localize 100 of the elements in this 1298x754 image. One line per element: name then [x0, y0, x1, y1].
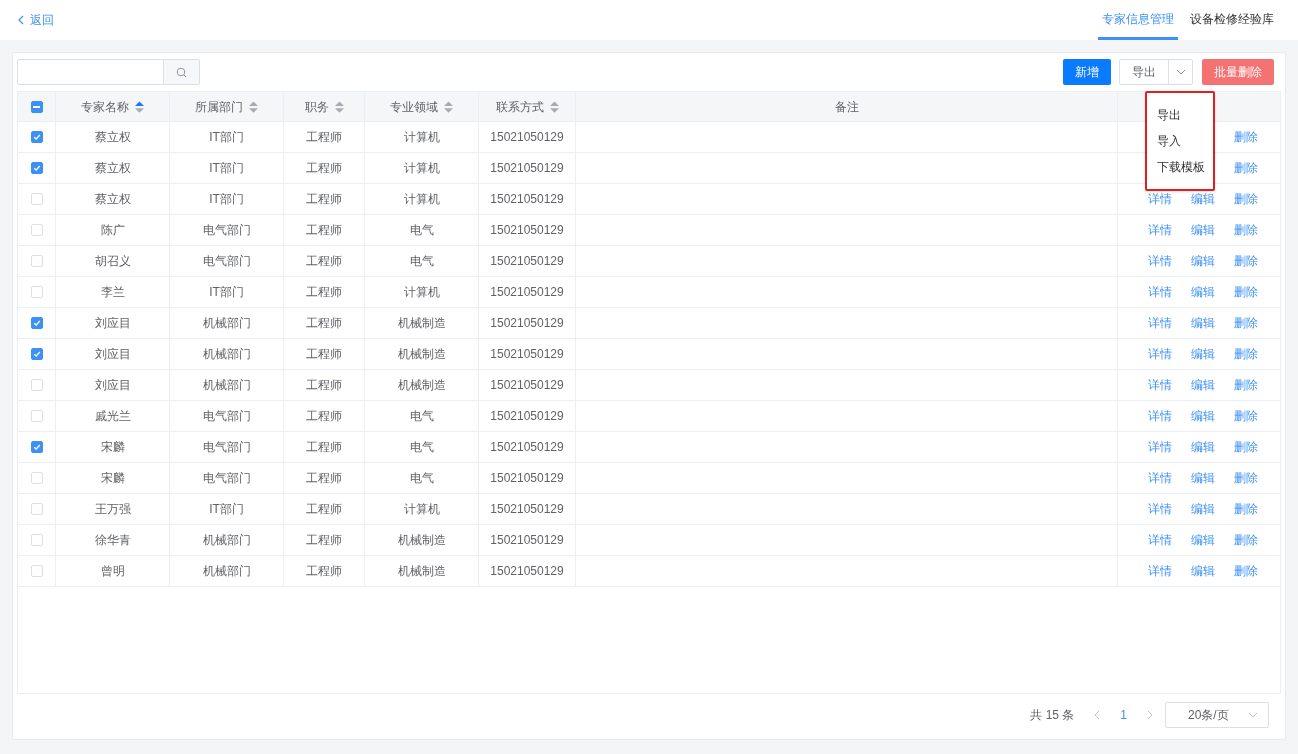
table-cell-text: 15021050129 — [490, 253, 564, 270]
row-action-link[interactable]: 删除 — [1234, 221, 1258, 239]
chevron-down-icon — [1248, 712, 1258, 718]
row-action-link[interactable]: 详情 — [1148, 531, 1172, 549]
table-cell-text: 15021050129 — [490, 408, 564, 425]
sort-icon[interactable] — [444, 100, 453, 113]
sort-icon[interactable] — [135, 100, 144, 113]
row-action-link[interactable]: 删除 — [1234, 190, 1258, 208]
search-field[interactable] — [17, 59, 200, 85]
row-action-link[interactable]: 删除 — [1234, 252, 1258, 270]
table-cell-text: 工程师 — [306, 470, 342, 487]
row-action-link[interactable]: 详情 — [1148, 190, 1172, 208]
row-action-link[interactable]: 详情 — [1148, 283, 1172, 301]
row-action-link[interactable]: 详情 — [1148, 376, 1172, 394]
table-cell-text: 15021050129 — [490, 532, 564, 549]
row-action-link[interactable]: 删除 — [1234, 438, 1258, 456]
table-cell-text: 15021050129 — [490, 563, 564, 580]
table-cell-text: 工程师 — [306, 563, 342, 580]
row-action-link[interactable]: 删除 — [1234, 500, 1258, 518]
table-cell-text: 工程师 — [306, 439, 342, 456]
row-action-link[interactable]: 详情 — [1148, 407, 1172, 425]
back-link[interactable]: 返回 — [18, 11, 54, 29]
table-cell-text: 胡召义 — [94, 253, 131, 270]
table-cell-text: 工程师 — [306, 346, 342, 363]
row-action-link[interactable]: 详情 — [1148, 221, 1172, 239]
table-cell-text: 电气部门 — [202, 470, 251, 487]
table-cell-text: 15021050129 — [490, 470, 564, 487]
row-action-link[interactable]: 删除 — [1234, 314, 1258, 332]
tab[interactable]: 设备检修经验库 — [1186, 0, 1278, 40]
row-action-link[interactable]: 删除 — [1234, 376, 1258, 394]
table-cell-text: 电气部门 — [202, 439, 251, 456]
batch-delete-button[interactable]: 批量删除 — [1202, 59, 1274, 85]
checkbox[interactable] — [30, 131, 43, 143]
checkbox[interactable] — [30, 441, 43, 453]
add-button[interactable]: 新增 — [1063, 59, 1111, 85]
row-action-link[interactable]: 详情 — [1148, 500, 1172, 518]
search-button[interactable] — [163, 60, 199, 84]
row-action-link[interactable]: 编辑 — [1191, 221, 1215, 239]
row-action-link[interactable]: 删除 — [1234, 345, 1258, 363]
table-cell-text: 15021050129 — [490, 346, 564, 363]
table-cell-text: 机械制造 — [397, 532, 446, 549]
row-action-link[interactable]: 删除 — [1234, 562, 1258, 580]
sort-icon[interactable] — [549, 100, 559, 113]
page-size-select[interactable]: 20条/页 — [1165, 702, 1269, 728]
row-action-link[interactable]: 详情 — [1148, 345, 1172, 363]
table-cell-text: 工程师 — [306, 532, 342, 549]
row-action-link[interactable]: 编辑 — [1191, 345, 1215, 363]
row-action-link[interactable]: 编辑 — [1191, 407, 1215, 425]
row-action-link[interactable]: 删除 — [1234, 128, 1258, 146]
chevron-right-icon[interactable] — [1147, 710, 1153, 720]
total-count: 共 15 条 — [1030, 707, 1075, 724]
row-action-link[interactable]: 删除 — [1234, 531, 1258, 549]
row-action-link[interactable]: 编辑 — [1191, 376, 1215, 394]
table-cell-text: 李兰 — [100, 284, 125, 301]
menu-item[interactable]: 下载模板 — [1147, 154, 1213, 180]
chevron-left-icon[interactable] — [1094, 710, 1101, 720]
row-action-link[interactable]: 编辑 — [1191, 438, 1215, 456]
table-cell-text: IT部门 — [209, 160, 244, 177]
row-action-link[interactable]: 编辑 — [1191, 314, 1215, 332]
table-cell-text: 工程师 — [306, 129, 342, 146]
row-action-link[interactable]: 编辑 — [1191, 500, 1215, 518]
row-action-link[interactable]: 详情 — [1148, 252, 1172, 270]
checkbox[interactable] — [30, 348, 43, 360]
table-cell-text: 机械部门 — [202, 315, 251, 332]
row-action-link[interactable]: 删除 — [1234, 283, 1258, 301]
table-cell-text: 计算机 — [403, 160, 440, 177]
row-action-link[interactable]: 编辑 — [1191, 562, 1215, 580]
checkbox[interactable] — [30, 317, 43, 329]
table-cell-text: 电气 — [409, 439, 434, 456]
tab[interactable]: 专家信息管理 — [1098, 0, 1178, 40]
page-number[interactable]: 1 — [1120, 706, 1127, 724]
row-action-link[interactable]: 编辑 — [1191, 531, 1215, 549]
row-action-link[interactable]: 编辑 — [1191, 469, 1215, 487]
table-cell-text: 15021050129 — [490, 315, 564, 332]
table-cell-text: 戚光兰 — [94, 408, 131, 425]
table-cell-text: 刘应目 — [94, 346, 131, 363]
row-action-link[interactable]: 删除 — [1234, 469, 1258, 487]
checkbox[interactable] — [30, 100, 43, 113]
checkbox[interactable] — [30, 162, 43, 174]
table-cell-text: 电气部门 — [202, 222, 251, 239]
table-cell-text: 计算机 — [403, 284, 440, 301]
sort-icon[interactable] — [334, 100, 344, 113]
table-cell-text: 刘应目 — [94, 377, 131, 394]
menu-item[interactable]: 导出 — [1147, 102, 1213, 128]
column-header: 专业领域 — [390, 98, 438, 116]
table-cell-text: 蔡立权 — [94, 129, 131, 146]
sort-icon[interactable] — [249, 100, 258, 113]
row-action-link[interactable]: 删除 — [1234, 159, 1258, 177]
row-action-link[interactable]: 删除 — [1234, 407, 1258, 425]
row-action-link[interactable]: 详情 — [1148, 562, 1172, 580]
table-cell-text: 15021050129 — [490, 129, 564, 146]
row-action-link[interactable]: 详情 — [1148, 314, 1172, 332]
menu-item[interactable]: 导入 — [1147, 128, 1213, 154]
row-action-link[interactable]: 详情 — [1148, 469, 1172, 487]
row-action-link[interactable]: 详情 — [1148, 438, 1172, 456]
row-action-link[interactable]: 编辑 — [1191, 283, 1215, 301]
table-cell-text: 机械部门 — [202, 346, 251, 363]
row-action-link[interactable]: 编辑 — [1191, 252, 1215, 270]
table-cell-text: 工程师 — [306, 408, 342, 425]
row-action-link[interactable]: 编辑 — [1191, 190, 1215, 208]
